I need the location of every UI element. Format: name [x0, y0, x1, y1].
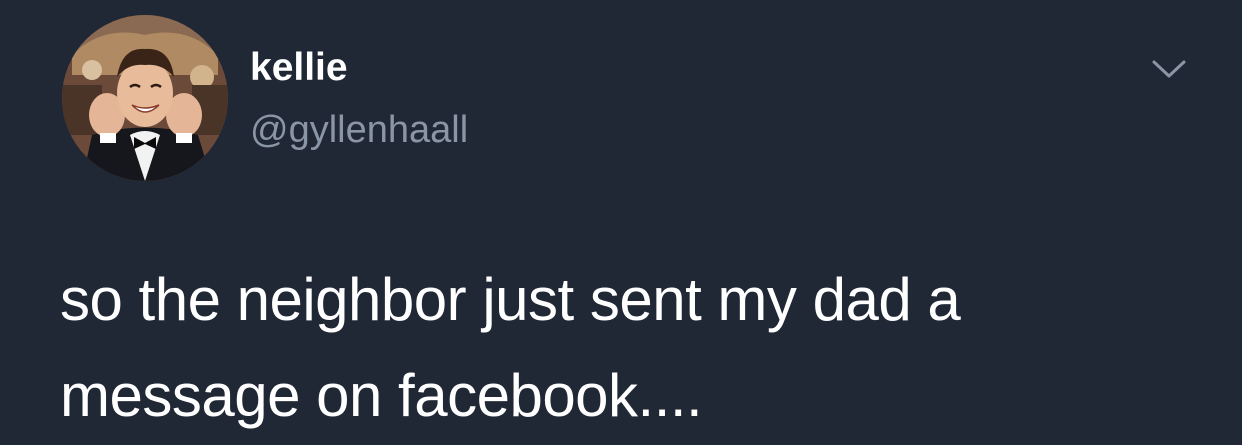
profile-avatar[interactable]: [62, 15, 228, 181]
tweet-text: so the neighbor just sent my dad a messa…: [60, 266, 961, 429]
tweet-card: kellie @gyllenhaall so the neighbor just…: [0, 0, 1242, 445]
display-name[interactable]: kellie: [250, 44, 348, 92]
chevron-down-icon[interactable]: [1146, 52, 1192, 88]
user-handle[interactable]: @gyllenhaall: [250, 107, 468, 153]
